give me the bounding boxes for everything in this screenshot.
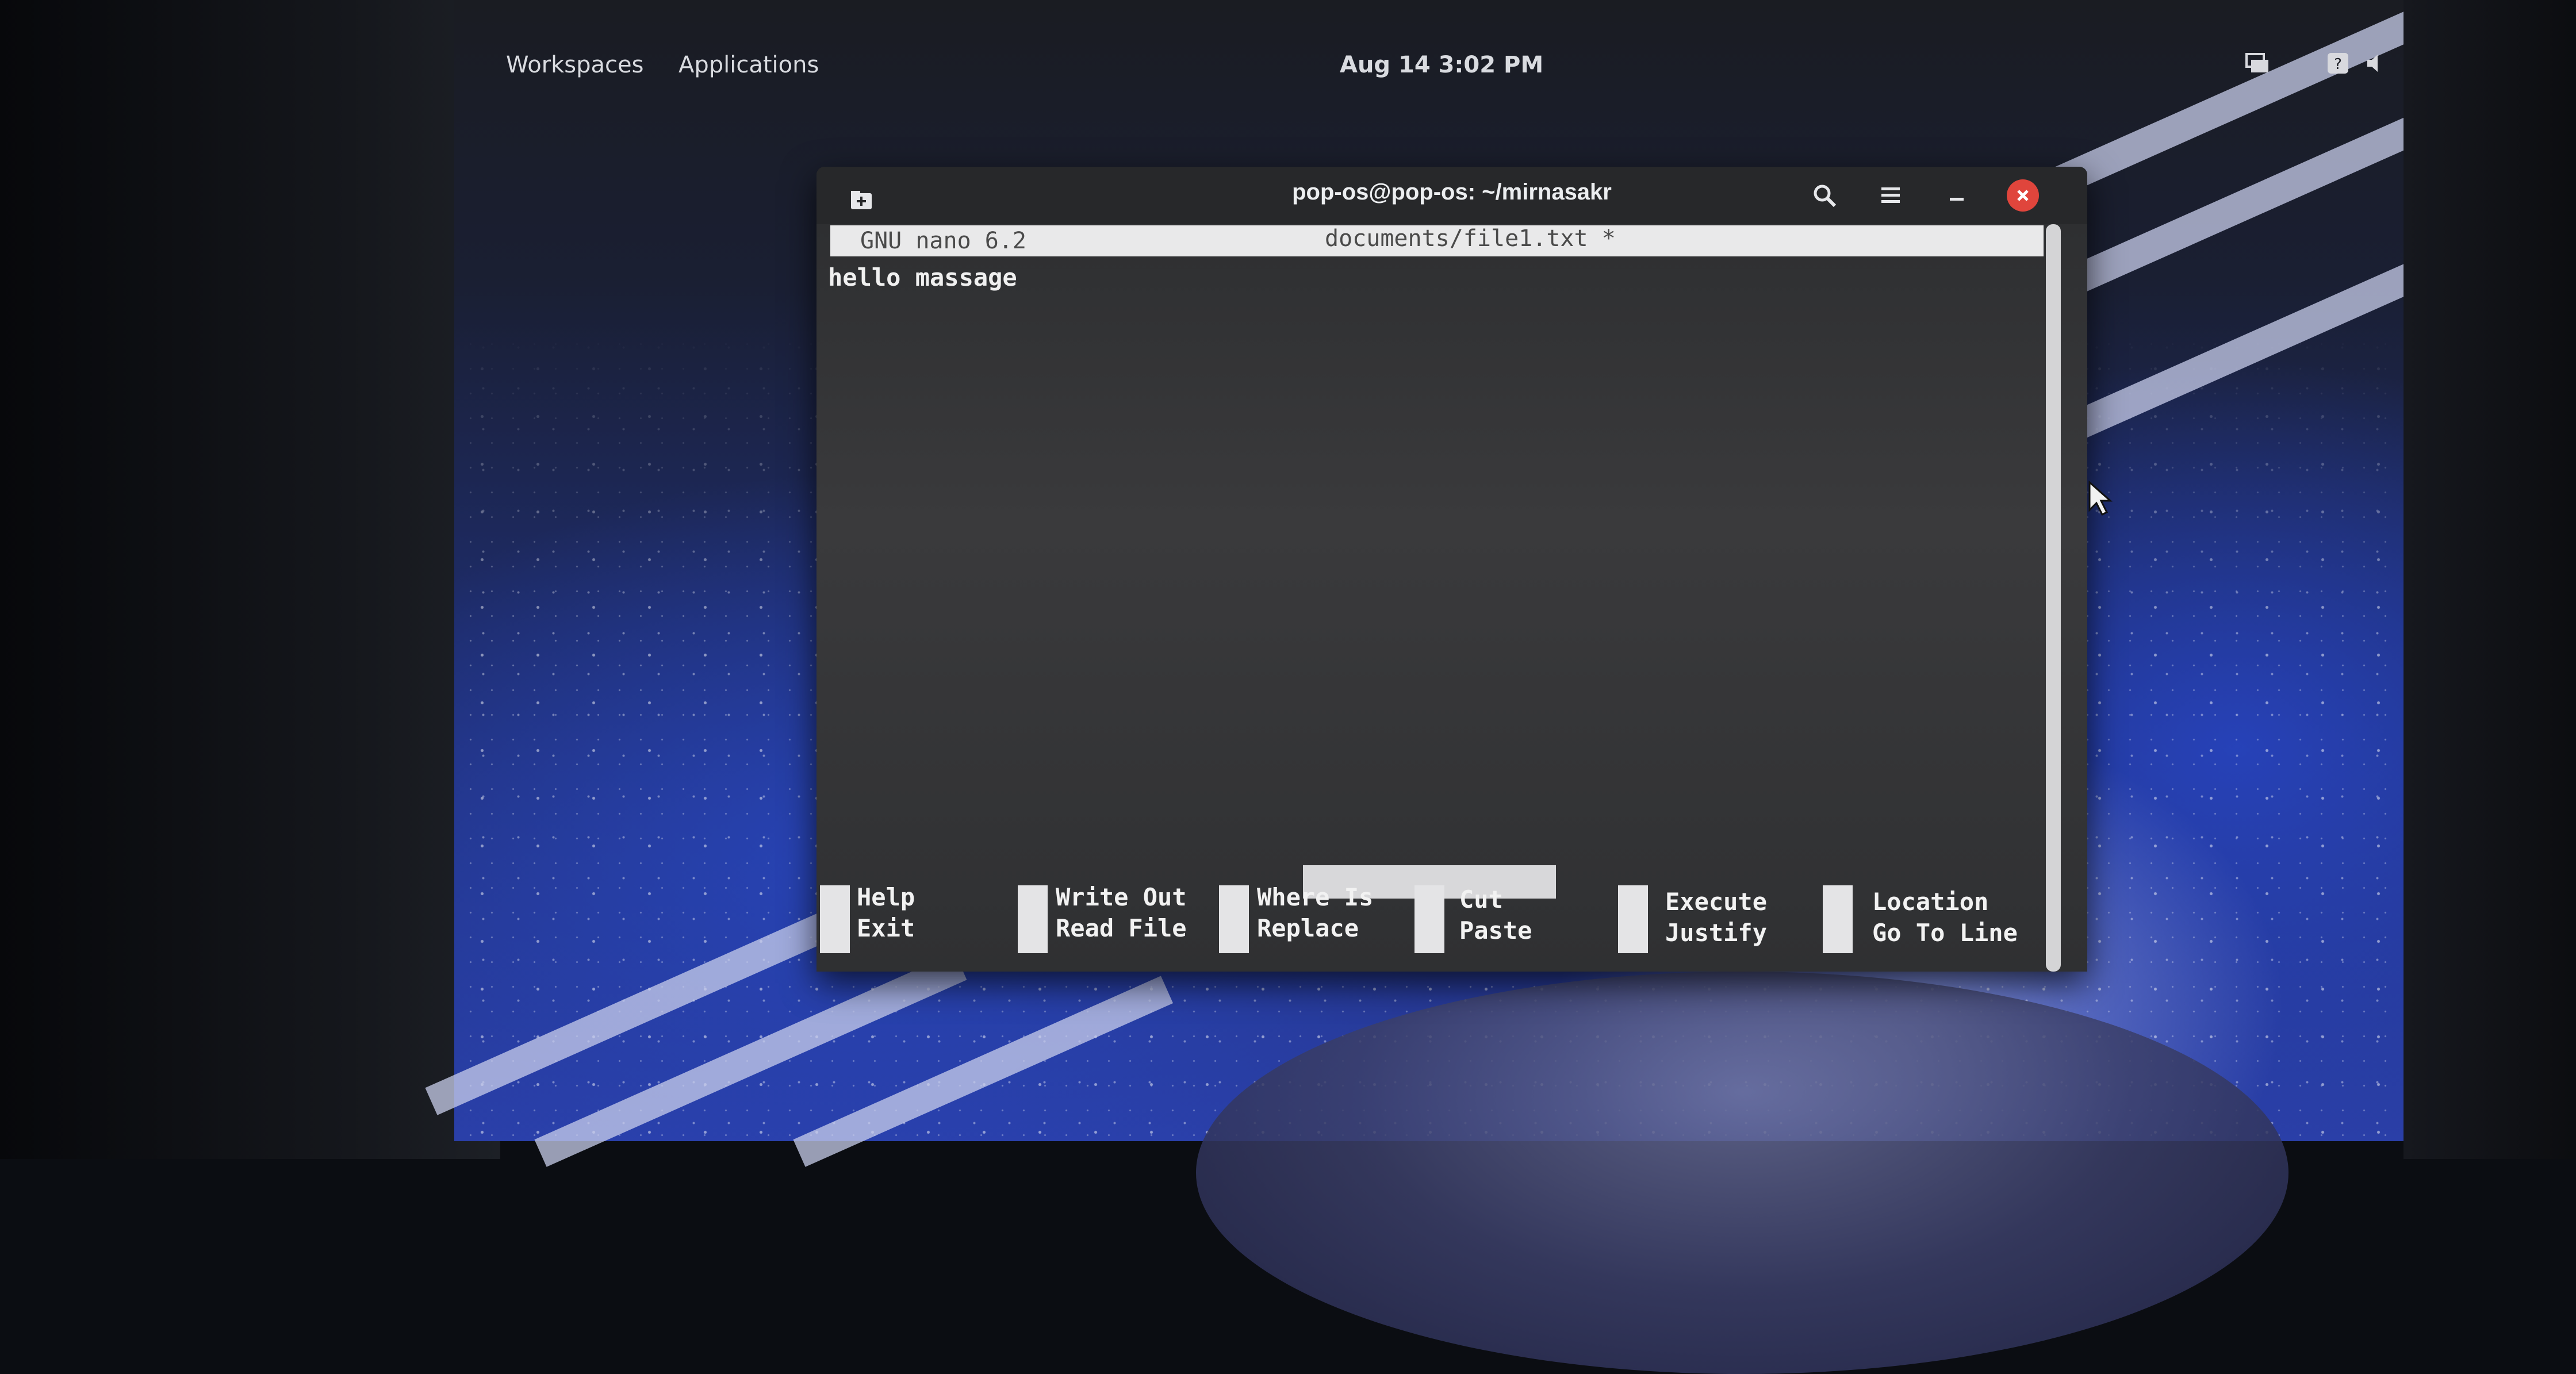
shortcut-go-to-line[interactable]: Go To Line: [1872, 919, 2018, 947]
volume-icon[interactable]: [2360, 48, 2390, 78]
nano-filename: documents/file1.txt *: [1325, 225, 1616, 252]
workspaces-button[interactable]: Workspaces: [506, 52, 643, 78]
shortcut-where-is[interactable]: Where Is: [1257, 883, 1373, 911]
search-icon[interactable]: [1808, 179, 1841, 212]
display-icon[interactable]: [2242, 48, 2272, 78]
clock[interactable]: Aug 14 3:02 PM: [1340, 52, 1543, 78]
nano-version: GNU nano 6.2: [860, 228, 1026, 254]
shortcut-read-file[interactable]: Read File: [1056, 914, 1187, 942]
shortcut-paste[interactable]: Paste: [1459, 916, 1532, 945]
shortcut-cut[interactable]: Cut: [1459, 885, 1503, 914]
close-icon[interactable]: [2007, 179, 2039, 212]
shortcut-location[interactable]: Location: [1872, 888, 1988, 916]
svg-text:?: ?: [2334, 56, 2342, 73]
terminal-scrollbar[interactable]: [2046, 224, 2061, 972]
shortcut-key-cut: [1414, 885, 1444, 953]
nano-title-bar: GNU nano 6.2 documents/file1.txt *: [830, 225, 2044, 256]
shortcut-key-execute: [1618, 885, 1648, 953]
monitor-bezel-left: [0, 0, 500, 1159]
mouse-cursor-icon: [2088, 480, 2113, 516]
shortcut-help[interactable]: Help: [857, 883, 915, 911]
shortcut-exit[interactable]: Exit: [857, 914, 915, 942]
terminal-header-bar[interactable]: pop-os@pop-os: ~/mirnasakr: [816, 167, 2087, 224]
shortcut-key-help: [820, 885, 850, 953]
shortcut-execute[interactable]: Execute: [1665, 888, 1767, 916]
shortcut-key-location: [1823, 885, 1853, 953]
minimize-icon[interactable]: [1941, 179, 1973, 212]
terminal-window[interactable]: pop-os@pop-os: ~/mirnasakr GNU nano 6.2 …: [816, 167, 2087, 972]
top-panel: Workspaces Applications Aug 14 3:02 PM ?: [506, 34, 2427, 98]
help-icon[interactable]: ?: [2323, 48, 2353, 78]
editor-text-area[interactable]: hello massage: [828, 263, 1017, 291]
shortcut-justify[interactable]: Justify: [1665, 919, 1767, 947]
shortcut-write-out[interactable]: Write Out: [1056, 883, 1187, 911]
shortcut-replace[interactable]: Replace: [1257, 914, 1359, 942]
shortcut-key-write-out: [1018, 885, 1048, 953]
hamburger-menu-icon[interactable]: [1874, 179, 1907, 212]
wallpaper-planet: [1196, 972, 2288, 1374]
monitor-bezel-right: [2404, 0, 2576, 1159]
terminal-content[interactable]: GNU nano 6.2 documents/file1.txt * hello…: [816, 224, 2087, 972]
shortcut-key-where-is: [1219, 885, 1249, 953]
applications-button[interactable]: Applications: [678, 52, 819, 78]
